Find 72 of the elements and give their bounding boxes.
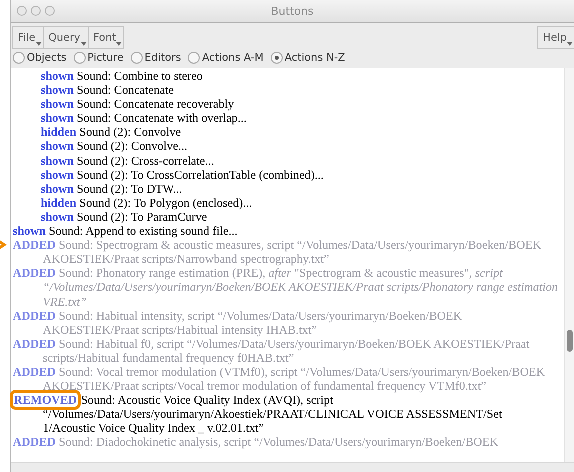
entry-tag: REMOVED (13, 393, 78, 408)
radio-icon[interactable] (13, 52, 25, 64)
entry-text: AKOESTIEK/Praat scripts/Narrowband spectrography.txt” (43, 252, 330, 266)
radio-option[interactable]: Picture (74, 52, 124, 64)
entry-tag: shown (41, 168, 74, 182)
entry-text: Sound: Acoustic Voice Quality Index (AVQI), script (81, 393, 334, 408)
caret-icon (116, 42, 122, 46)
entry-text: Sound: Vocal tremor modulation (VTMf0), script “/Volumes/Data/Users/yourimaryn/Boeken/BOEK (59, 364, 546, 379)
radio-icon[interactable] (74, 52, 86, 64)
entry-text: Sound (2): Convolve (80, 125, 182, 140)
radio-icon[interactable] (130, 52, 143, 64)
entry-text: Sound: Concatenate with overlap... (76, 111, 247, 126)
caret-icon (80, 42, 86, 46)
menu-button[interactable]: Help (537, 26, 574, 49)
entry-text: Sound: Concatenate (76, 83, 174, 98)
entry-text: Sound (2): Convolve... (76, 139, 188, 154)
entry-tag: shown (41, 111, 74, 126)
entry-text: Sound: Habitual f0, script “/Volumes/Data/Users/yourimaryn/Boeken/BOEK AKOESTIEK/Praat (59, 336, 530, 351)
entry-text: Sound: Concatenate recoverably (76, 97, 234, 112)
radio-option[interactable]: Actions N-Z (270, 52, 346, 64)
entry-tag: ADDED (13, 308, 56, 323)
entry-text: AKOESTIEK/Praat scripts/Vocal tremor modulation of fundamental frequency VTMf0.txt” (43, 379, 487, 394)
radio-option[interactable]: Objects (13, 52, 67, 64)
entry-text: Sound: Phonatory range estimation (PRE), after "Spectrogram & acoustic measures", script (59, 266, 503, 280)
radio-option[interactable]: Editors (130, 52, 182, 64)
entry-text: Sound (2): To CrossCorrelationTable (combined)... (76, 168, 324, 182)
entry-text: Sound: Diadochokinetic analysis, script “/Volumes/Data/Users/yourimaryn/Boeken/BOEK (59, 435, 498, 450)
entry-text: Sound: Append to existing sound file... (48, 224, 238, 238)
scroll-thumb[interactable] (567, 330, 573, 352)
window-title: Buttons (271, 4, 314, 18)
entry-text: VRE.txt” (43, 294, 87, 308)
entry-text: Sound: Habitual intensity, script “/Volumes/Data/Users/yourimaryn/Boeken/BOEK (59, 308, 462, 323)
radio-label[interactable]: Editors (144, 52, 182, 64)
entry-text: “/Volumes/Data/Users/yourimaryn/Boeken/BOEK AKOESTIEK/Praat scripts/Phonatory range estimation (43, 280, 558, 294)
menu-button[interactable]: Font (88, 26, 124, 49)
entry-tag: shown (41, 139, 74, 154)
entry-tag: shown (41, 69, 74, 83)
entry-text: 1/Acoustic Voice Quality Index _ v.02.01.txt” (43, 421, 264, 436)
caret-icon (36, 42, 42, 46)
vertical-scrollbar[interactable] (564, 68, 574, 462)
radio-icon[interactable] (270, 52, 283, 64)
radio-icon[interactable] (188, 52, 200, 64)
menu-button[interactable]: Query (42, 26, 88, 49)
entry-tag: hidden (41, 125, 77, 140)
entry-tag: shown (41, 154, 74, 168)
radio-label[interactable]: Objects (27, 52, 67, 64)
entry-tag: hidden (41, 196, 77, 210)
radio-option[interactable]: Actions A-M (188, 52, 264, 64)
entry-text: Sound (2): To DTW... (76, 182, 182, 196)
entry-tag: ADDED (13, 435, 56, 450)
radio-label[interactable]: Actions A-M (202, 52, 264, 64)
entry-tag: shown (41, 210, 74, 224)
caret-icon (567, 42, 573, 46)
entry-tag: shown (41, 97, 74, 112)
entry-text: Sound (2): To ParamCurve (76, 210, 208, 224)
entry-tag: ADDED (13, 266, 56, 280)
entry-text: Sound (2): Cross-correlate... (76, 154, 214, 168)
entry-text: Sound (2): To Polygon (enclosed)... (80, 196, 252, 210)
entry-text: scripts/Habitual fundamental frequency f0HAB.txt” (43, 350, 294, 365)
entry-tag: ADDED (13, 336, 56, 351)
entry-text: “/Volumes/Data/Users/yourimaryn/Akoestiek/PRAAT/CLINICAL VOICE ASSESSMENT/Set (43, 407, 502, 422)
entry-tag: shown (41, 83, 74, 98)
entry-text: Sound: Combine to stereo (76, 69, 203, 83)
entry-tag: ADDED (13, 364, 56, 379)
menu-button[interactable]: File (12, 26, 44, 49)
radio-label[interactable]: Actions N-Z (284, 52, 346, 64)
entry-text: Sound: Spectrogram & acoustic measures, script “/Volumes/Data/Users/yourimaryn/Boeken/BOEK (59, 238, 542, 252)
entry-tag: shown (13, 224, 46, 238)
entry-tag: ADDED (13, 238, 56, 252)
entry-tag: shown (41, 182, 74, 196)
entry-text: AKOESTIEK/Praat scripts/Habitual intensity IHAB.txt” (43, 322, 318, 337)
radio-label[interactable]: Picture (88, 52, 124, 64)
